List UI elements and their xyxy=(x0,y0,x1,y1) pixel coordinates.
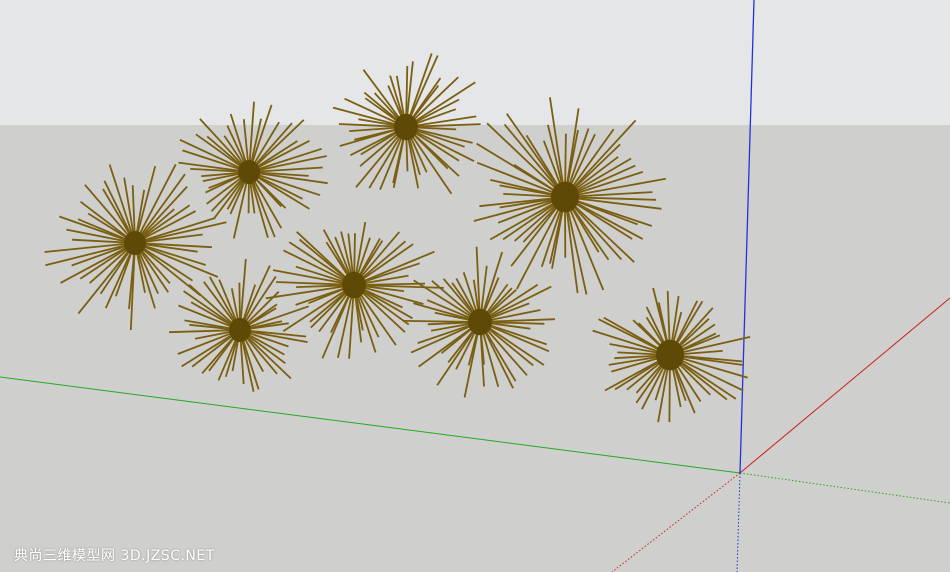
plant-center xyxy=(551,181,579,213)
sky-background xyxy=(0,0,950,125)
3d-viewport[interactable]: 典尚三维模型网 3D.JZSC.NET xyxy=(0,0,950,572)
plant-center xyxy=(468,308,492,336)
plant-blade xyxy=(402,320,473,323)
plant-center xyxy=(238,159,260,185)
plant-blade xyxy=(668,362,671,423)
plant-center xyxy=(656,339,684,371)
watermark-text: 典尚三维模型网 3D.JZSC.NET xyxy=(14,548,215,564)
plant-center xyxy=(394,113,418,141)
plant-blade xyxy=(564,133,567,190)
plant-center xyxy=(342,271,366,299)
plant-blade xyxy=(353,233,356,279)
plant-center xyxy=(229,317,251,343)
scene-canvas[interactable] xyxy=(0,0,950,572)
plant-center xyxy=(124,230,146,256)
